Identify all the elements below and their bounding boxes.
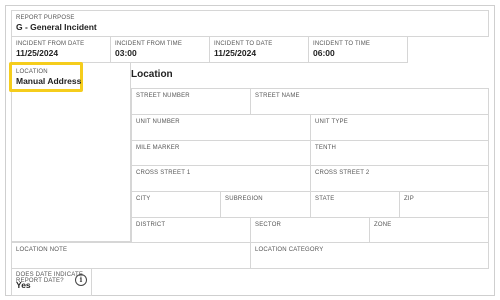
- zone-field[interactable]: ZONE: [369, 217, 489, 243]
- mile-marker-field[interactable]: MILE MARKER: [131, 140, 311, 166]
- street-number-label: STREET NUMBER: [136, 93, 190, 99]
- district-label: DISTRICT: [136, 222, 166, 228]
- unit-number-field[interactable]: UNIT NUMBER: [131, 114, 311, 141]
- location-label: LOCATION: [16, 69, 48, 75]
- report-purpose-value: G - General Incident: [16, 22, 97, 32]
- subregion-field[interactable]: SUBREGION: [220, 191, 311, 218]
- state-label: STATE: [315, 196, 335, 202]
- zip-label: ZIP: [404, 196, 414, 202]
- incident-from-date-field[interactable]: INCIDENT FROM DATE 11/25/2024: [11, 36, 111, 63]
- state-field[interactable]: STATE: [310, 191, 400, 218]
- unit-type-field[interactable]: UNIT TYPE: [310, 114, 489, 141]
- street-name-field[interactable]: STREET NAME: [250, 88, 489, 115]
- incident-from-date-label: INCIDENT FROM DATE: [16, 41, 85, 47]
- date-indicator-field[interactable]: DOES DATE INDICATE REPORT DATE? Yes i: [11, 268, 92, 296]
- incident-to-date-label: INCIDENT TO DATE: [214, 41, 273, 47]
- location-note-field[interactable]: LOCATION NOTE: [11, 242, 251, 269]
- unit-type-label: UNIT TYPE: [315, 119, 348, 125]
- incident-from-time-value: 03:00: [115, 48, 137, 58]
- info-icon[interactable]: i: [75, 274, 87, 286]
- street-number-field[interactable]: STREET NUMBER: [131, 88, 251, 115]
- incident-to-time-value: 06:00: [313, 48, 335, 58]
- district-field[interactable]: DISTRICT: [131, 217, 251, 243]
- unit-number-label: UNIT NUMBER: [136, 119, 180, 125]
- location-note-label: LOCATION NOTE: [16, 247, 68, 253]
- sector-label: SECTOR: [255, 222, 282, 228]
- street-name-label: STREET NAME: [255, 93, 300, 99]
- incident-to-time-field[interactable]: INCIDENT TO TIME 06:00: [308, 36, 408, 63]
- sector-field[interactable]: SECTOR: [250, 217, 370, 243]
- incident-to-date-value: 11/25/2024: [214, 48, 257, 58]
- cross-street-1-label: CROSS STREET 1: [136, 170, 191, 176]
- location-section-title: Location: [131, 69, 173, 80]
- cross-street-2-field[interactable]: CROSS STREET 2: [310, 165, 489, 192]
- incident-to-time-label: INCIDENT TO TIME: [313, 41, 371, 47]
- zip-field[interactable]: ZIP: [399, 191, 489, 218]
- zone-label: ZONE: [374, 222, 392, 228]
- location-field[interactable]: LOCATION Manual Address: [9, 62, 83, 92]
- report-purpose-field[interactable]: REPORT PURPOSE G - General Incident: [11, 10, 489, 37]
- incident-from-time-field[interactable]: INCIDENT FROM TIME 03:00: [110, 36, 210, 63]
- incident-from-date-value: 11/25/2024: [16, 48, 59, 58]
- date-indicator-value: Yes: [16, 280, 31, 290]
- location-value: Manual Address: [16, 76, 82, 86]
- location-category-field[interactable]: LOCATION CATEGORY: [250, 242, 489, 269]
- tenth-label: TENTH: [315, 145, 336, 151]
- incident-to-date-field[interactable]: INCIDENT TO DATE 11/25/2024: [209, 36, 309, 63]
- report-purpose-label: REPORT PURPOSE: [16, 15, 75, 21]
- subregion-label: SUBREGION: [225, 196, 263, 202]
- city-label: CITY: [136, 196, 151, 202]
- tenth-field[interactable]: TENTH: [310, 140, 489, 166]
- cross-street-2-label: CROSS STREET 2: [315, 170, 370, 176]
- mile-marker-label: MILE MARKER: [136, 145, 180, 151]
- city-field[interactable]: CITY: [131, 191, 221, 218]
- incident-from-time-label: INCIDENT FROM TIME: [115, 41, 183, 47]
- cross-street-1-field[interactable]: CROSS STREET 1: [131, 165, 311, 192]
- location-category-label: LOCATION CATEGORY: [255, 247, 324, 253]
